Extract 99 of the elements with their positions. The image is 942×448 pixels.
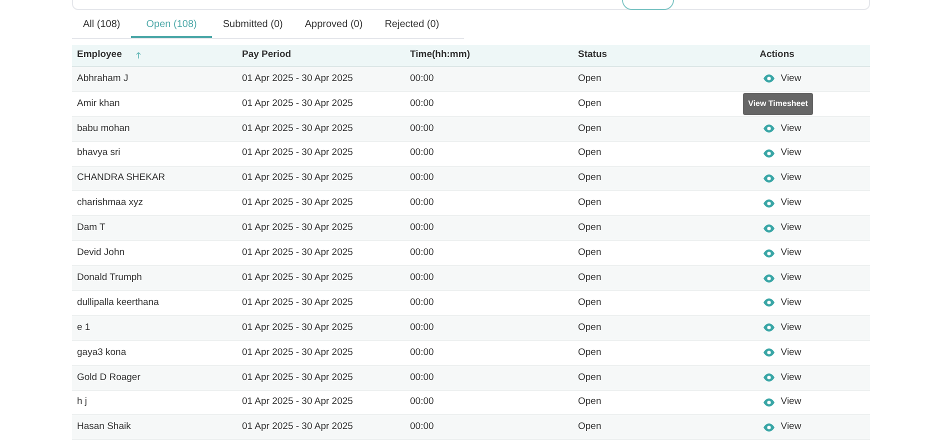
filter-tab[interactable]: Rejected (0): [374, 12, 450, 38]
table-cell-text: 00:00: [410, 171, 435, 186]
table-cell-text: 00:00: [410, 196, 435, 210]
table-cell-text: Hasan Shaik: [76, 420, 132, 434]
table-cell-text: Abhraham J: [76, 72, 130, 86]
table-cell-text: Gold D Roager: [76, 370, 142, 384]
table-cell-text: 00:00: [410, 246, 435, 260]
view-button[interactable]: View: [762, 296, 802, 310]
table-cell-text: 00:00: [410, 146, 435, 160]
table-cell-text: Dam T: [76, 221, 106, 236]
eye-icon: [762, 124, 775, 134]
filter-tab[interactable]: Submitted (0): [212, 12, 294, 38]
table-cell-text: 01 Apr 2025 - 30 Apr 2025: [242, 221, 354, 236]
table-cell-text: 01 Apr 2025 - 30 Apr 2025: [242, 72, 354, 86]
table-cell-text: Open: [578, 346, 602, 360]
eye-icon: [762, 323, 775, 332]
tooltip: View Timesheet: [743, 92, 813, 115]
table-cell-text: CHANDRA SHEKAR: [76, 171, 166, 186]
eye-icon: [762, 373, 775, 382]
eye-icon: [762, 398, 775, 408]
table-cell-text: 01 Apr 2025 - 30 Apr 2025: [242, 122, 354, 136]
eye-icon: [762, 248, 775, 258]
table-cell-text: Open: [578, 370, 602, 384]
table-cell-text: 01 Apr 2025 - 30 Apr 2025: [242, 320, 354, 335]
view-button[interactable]: View: [762, 320, 802, 335]
table-cell-text: bhavya sri: [76, 146, 122, 160]
view-button[interactable]: View: [762, 72, 802, 86]
table-cell-text: Open: [578, 122, 602, 136]
view-button[interactable]: View: [762, 395, 802, 410]
view-button[interactable]: View: [762, 370, 802, 385]
table-cell-text: babu mohan: [76, 122, 131, 136]
table-cell-text: Open: [578, 221, 602, 236]
view-button[interactable]: View: [762, 171, 802, 186]
table-cell-text: 01 Apr 2025 - 30 Apr 2025: [242, 146, 354, 160]
table-cell-text: 01 Apr 2025 - 30 Apr 2025: [242, 171, 354, 186]
table-cell-text: Open: [578, 196, 602, 210]
eye-icon: [762, 274, 775, 283]
table-cell-text: Open: [578, 72, 602, 86]
filter-tab[interactable]: Approved (0): [294, 12, 374, 38]
eye-icon: [762, 149, 775, 158]
view-button[interactable]: View: [762, 122, 802, 136]
eye-icon: [762, 298, 775, 308]
table-cell-text: charishmaa xyz: [76, 196, 144, 210]
view-button[interactable]: View: [762, 270, 802, 286]
eye-icon: [762, 422, 775, 432]
table-cell-text: dullipalla keerthana: [76, 296, 160, 310]
table-cell-text: 01 Apr 2025 - 30 Apr 2025: [242, 420, 354, 434]
table-cell-text: h j: [76, 395, 88, 410]
table-cell-text: Open: [578, 296, 602, 310]
table-cell-text: Open: [578, 146, 602, 160]
column-header: Time(hh:mm): [410, 48, 471, 62]
table-cell-text: 01 Apr 2025 - 30 Apr 2025: [242, 346, 354, 360]
sort-arrow-icon[interactable]: [136, 52, 141, 59]
table-cell-text: 00:00: [410, 296, 435, 310]
view-button[interactable]: View: [762, 221, 802, 236]
column-header[interactable]: Employee: [77, 48, 122, 63]
table-cell-text: Open: [578, 320, 602, 335]
view-button[interactable]: View: [762, 346, 802, 360]
table-cell-text: 01 Apr 2025 - 30 Apr 2025: [242, 296, 354, 310]
filter-tab[interactable]: All (108): [72, 12, 132, 38]
eye-icon: [762, 348, 775, 358]
column-header: Status: [578, 48, 608, 62]
column-header: Actions: [758, 48, 796, 62]
table-cell-text: 00:00: [410, 346, 435, 360]
table-cell-text: 01 Apr 2025 - 30 Apr 2025: [242, 395, 354, 410]
view-button[interactable]: View: [762, 246, 802, 260]
table-cell-text: Amir khan: [76, 96, 121, 111]
table-cell-text: Open: [578, 270, 602, 285]
table-cell-text: 00:00: [410, 370, 435, 384]
table-cell-text: 01 Apr 2025 - 30 Apr 2025: [242, 370, 354, 384]
view-button[interactable]: View: [762, 196, 802, 211]
table-cell-text: Open: [578, 246, 602, 260]
table-cell-text: Open: [578, 420, 602, 434]
table-cell-text: 00:00: [410, 270, 435, 285]
eye-icon: [762, 174, 775, 183]
table-cell-text: 01 Apr 2025 - 30 Apr 2025: [242, 246, 354, 260]
table-cell-text: 01 Apr 2025 - 30 Apr 2025: [242, 270, 354, 285]
table-cell-text: gaya3 kona: [76, 346, 128, 360]
column-header: Pay Period: [242, 48, 292, 62]
table-cell-text: 00:00: [410, 395, 435, 410]
table-cell-text: 00:00: [410, 72, 435, 86]
table-cell-text: 00:00: [410, 96, 435, 111]
view-button[interactable]: View: [762, 146, 802, 161]
table-cell-text: Devid John: [76, 246, 126, 260]
table-cell-text: 01 Apr 2025 - 30 Apr 2025: [242, 96, 354, 111]
table-cell-text: e 1: [76, 320, 92, 335]
table-cell-text: 01 Apr 2025 - 30 Apr 2025: [242, 196, 354, 210]
table-cell-text: Open: [578, 96, 602, 111]
view-button[interactable]: View: [762, 420, 802, 435]
table-cell-text: Open: [578, 171, 602, 186]
table-cell-text: 00:00: [410, 420, 435, 434]
table-cell-text: 00:00: [410, 122, 435, 136]
eye-icon: [762, 224, 775, 233]
table-cell-text: 00:00: [410, 221, 435, 236]
table-cell-text: Open: [578, 395, 602, 410]
table-cell-text: 00:00: [410, 320, 435, 335]
eye-icon: [762, 198, 775, 208]
table-cell-text: Donald Trumph: [76, 270, 143, 285]
eye-icon: [762, 74, 775, 84]
